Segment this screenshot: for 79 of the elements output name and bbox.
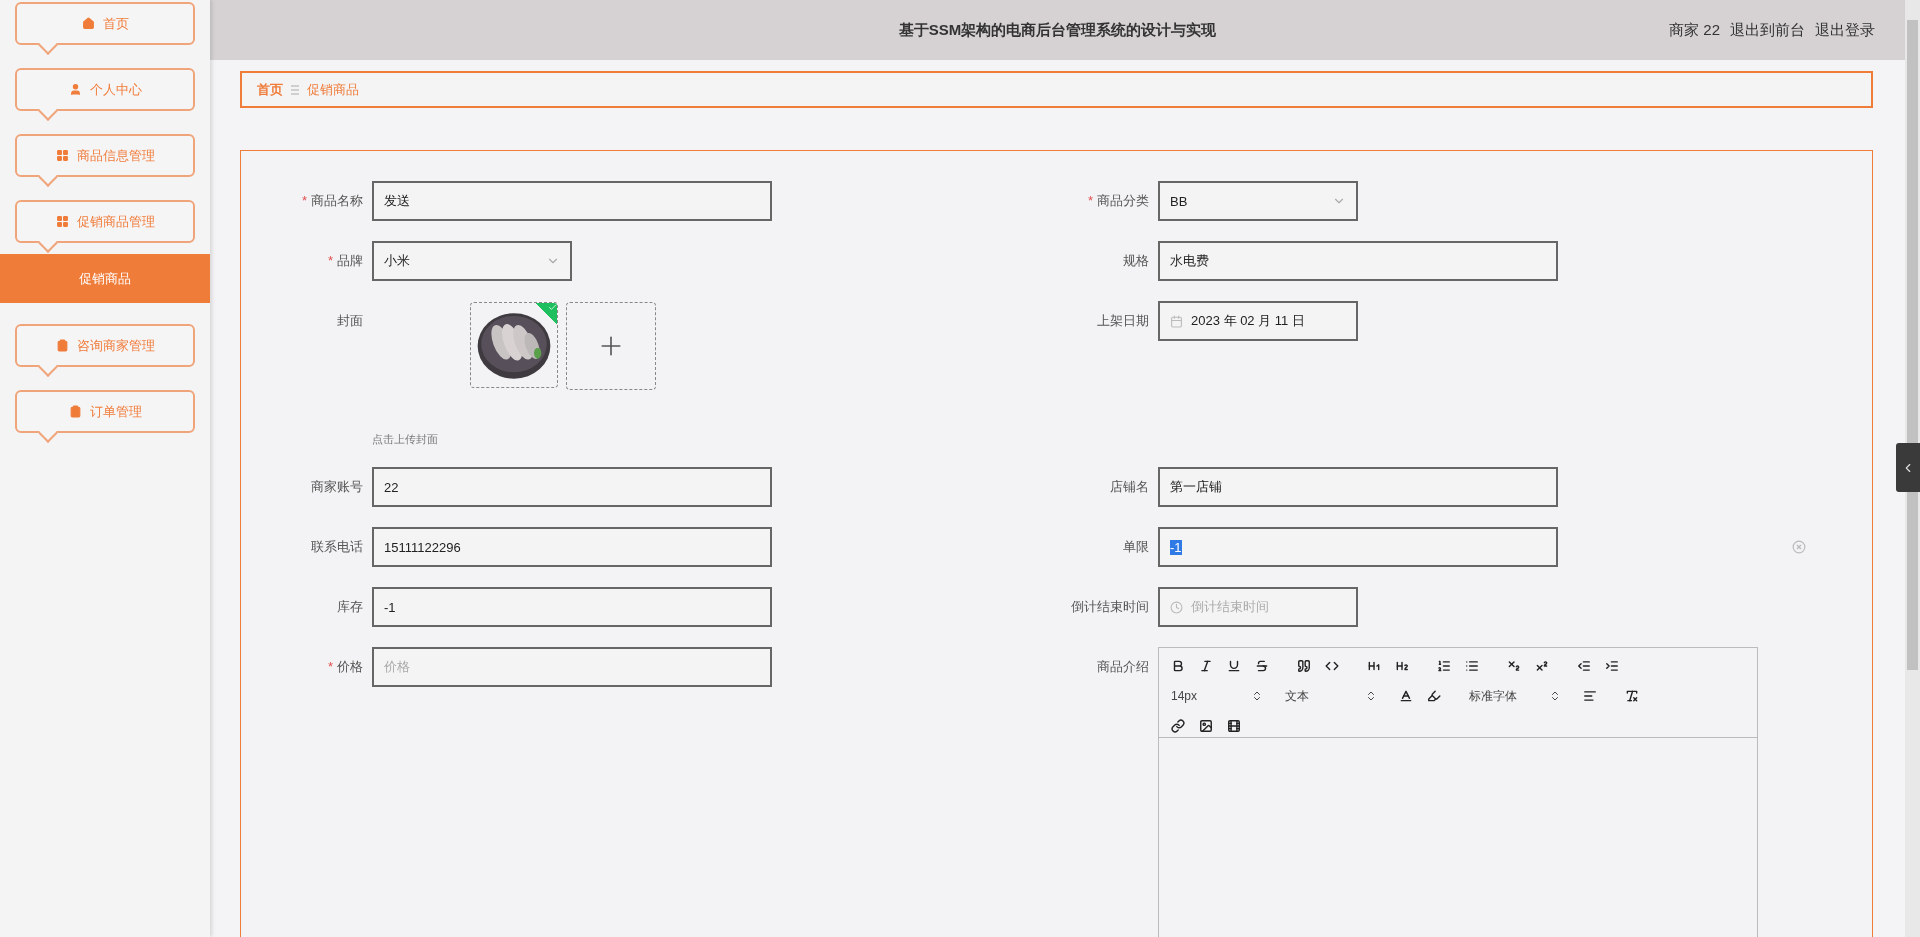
select-field[interactable]: BB [1158,181,1358,221]
field-label: 商品名称 [311,193,363,208]
upload-hint: 点击上传封面 [372,432,439,447]
field-label: 单限 [1123,539,1149,554]
video-icon [1227,719,1241,733]
clipboard-check-icon [55,339,69,352]
field-label: 规格 [1123,253,1149,268]
highlight-icon [1427,689,1441,703]
text-field[interactable]: -1 [372,587,772,627]
required-mark: * [301,193,307,208]
home-icon [81,17,95,30]
text-field[interactable]: 15111122296 [372,527,772,567]
toolbar-select[interactable]: 14px [1171,686,1263,706]
user-label: 商家 22 [1669,20,1720,40]
required-mark: * [327,253,333,268]
text-field[interactable]: 22 [372,467,772,507]
heading-one-icon [1367,659,1381,673]
sort-icon [1549,690,1561,702]
menu-label: 个人中心 [89,80,142,99]
italic-icon [1199,659,1213,673]
select-field[interactable]: 小米 [372,241,572,281]
menu-label: 首页 [102,14,129,33]
field-label: 上架日期 [1097,313,1149,328]
field-label: 商品介绍 [1097,659,1149,674]
menu-label: 商品信息管理 [76,146,155,165]
text-field[interactable]: 发送 [372,181,772,221]
field-label: 商家账号 [311,479,363,494]
page-title: 基于SSM架构的电商后台管理系统的设计与实现 [898,20,1217,40]
toolbar-select[interactable]: 标准字体 [1469,686,1561,706]
text-field[interactable]: -1 [1158,527,1558,567]
scrollbar[interactable] [1905,0,1920,937]
menu-icon [291,84,299,95]
field-label: 店铺名 [1110,479,1149,494]
field-label: 联系电话 [311,539,363,554]
field-label: 品牌 [337,253,363,268]
text-field[interactable]: 第一店铺 [1158,467,1558,507]
bold-icon [1171,659,1185,673]
user-icon [68,83,82,96]
subscript-icon [1507,659,1521,673]
field-label: 封面 [337,313,363,328]
image-icon [1199,719,1213,733]
header-link[interactable]: 退出登录 [1815,20,1875,40]
upload-button[interactable] [566,302,656,390]
menu-label: 咨询商家管理 [76,336,155,355]
toolbar-select[interactable]: 文本 [1285,686,1377,706]
text-field[interactable]: 水电费 [1158,241,1558,281]
check-icon [548,303,557,312]
ordered-list-icon [1437,659,1451,673]
heading-two-icon [1395,659,1409,673]
sort-icon [1365,690,1377,702]
indent-icon [1605,659,1619,673]
rich-text-editor[interactable]: 14px 文本 标准字体 [1158,647,1758,937]
strikethrough-icon [1255,659,1269,673]
clock-icon [1170,600,1183,614]
required-mark: * [327,659,333,674]
font-color-icon [1399,689,1413,703]
menu-label: 促销商品管理 [76,212,155,231]
menu-label: 订单管理 [89,402,142,421]
grid-icon [55,149,69,162]
superscript-icon [1535,659,1549,673]
link-icon [1171,719,1185,733]
outdent-icon [1577,659,1591,673]
quote-icon [1297,659,1311,673]
field-label: 库存 [337,599,363,614]
sort-icon [1251,690,1263,702]
required-mark: * [1087,193,1093,208]
clear-format-icon [1625,689,1639,703]
calendar-icon [1170,314,1183,328]
grid-icon [55,215,69,228]
field-label: 倒计结束时间 [1071,599,1149,614]
underline-icon [1227,659,1241,673]
align-left-icon [1583,689,1597,703]
field-label: 商品分类 [1097,193,1149,208]
bullet-list-icon [1465,659,1479,673]
header-link[interactable]: 退出到前台 [1730,20,1805,40]
code-icon [1325,659,1339,673]
field-label: 价格 [337,659,363,674]
clipboard-icon [68,405,82,418]
date-field[interactable]: 2023 年 02 月 11 日 [1158,301,1358,341]
